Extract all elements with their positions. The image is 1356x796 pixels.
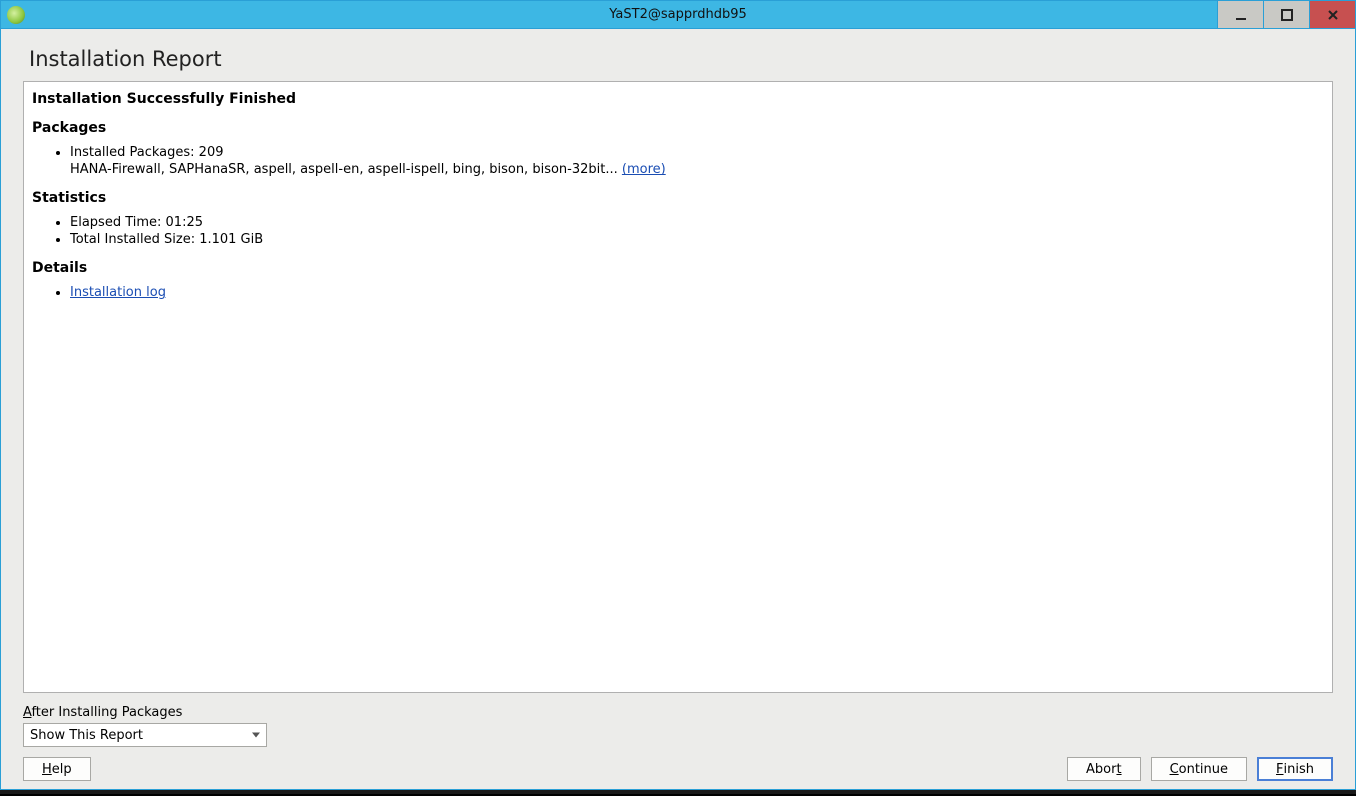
title-bar: YaST2@sapprdhdb95 xyxy=(1,1,1355,29)
after-install-dropdown[interactable]: Show This Report xyxy=(23,723,267,747)
package-list-preview: HANA-Firewall, SAPHanaSR, aspell, aspell… xyxy=(70,162,622,177)
statistics-list: Elapsed Time: 01:25 Total Installed Size… xyxy=(32,214,1324,249)
status-heading: Installation Successfully Finished xyxy=(32,90,1324,109)
more-link[interactable]: (more) xyxy=(622,162,666,177)
details-heading: Details xyxy=(32,259,1324,278)
taskbar xyxy=(0,790,1356,794)
installation-log-item: Installation log xyxy=(70,284,1324,302)
close-button[interactable] xyxy=(1309,1,1355,28)
packages-list: Installed Packages: 209 HANA-Firewall, S… xyxy=(32,144,1324,179)
finish-button[interactable]: Finish xyxy=(1257,757,1333,781)
abort-button[interactable]: Abort xyxy=(1067,757,1141,781)
installation-log-link[interactable]: Installation log xyxy=(70,285,166,300)
dropdown-selected: Show This Report xyxy=(30,728,143,743)
continue-button[interactable]: Continue xyxy=(1151,757,1247,781)
installed-count: Installed Packages: 209 xyxy=(70,145,224,160)
content-area: Installation Report Installation Success… xyxy=(1,29,1355,789)
close-icon xyxy=(1327,9,1339,21)
details-list: Installation log xyxy=(32,284,1324,302)
maximize-button[interactable] xyxy=(1263,1,1309,28)
yast-app-icon xyxy=(7,6,25,24)
help-button[interactable]: Help xyxy=(23,757,91,781)
chevron-down-icon xyxy=(252,733,260,738)
page-title: Installation Report xyxy=(29,47,1327,71)
window-title: YaST2@sapprdhdb95 xyxy=(609,7,746,22)
elapsed-time: Elapsed Time: 01:25 xyxy=(70,214,1324,232)
packages-heading: Packages xyxy=(32,119,1324,138)
window-frame: YaST2@sapprdhdb95 Installation Report In… xyxy=(0,0,1356,790)
after-install-label: After Installing Packages xyxy=(23,705,1333,720)
maximize-icon xyxy=(1281,9,1293,21)
window-controls xyxy=(1217,1,1355,28)
minimize-icon xyxy=(1235,9,1247,21)
statistics-heading: Statistics xyxy=(32,189,1324,208)
total-installed-size: Total Installed Size: 1.101 GiB xyxy=(70,231,1324,249)
installed-packages-item: Installed Packages: 209 HANA-Firewall, S… xyxy=(70,144,1324,179)
minimize-button[interactable] xyxy=(1217,1,1263,28)
button-bar: Help Abort Continue Finish xyxy=(23,757,1333,781)
report-pane: Installation Successfully Finished Packa… xyxy=(23,81,1333,693)
